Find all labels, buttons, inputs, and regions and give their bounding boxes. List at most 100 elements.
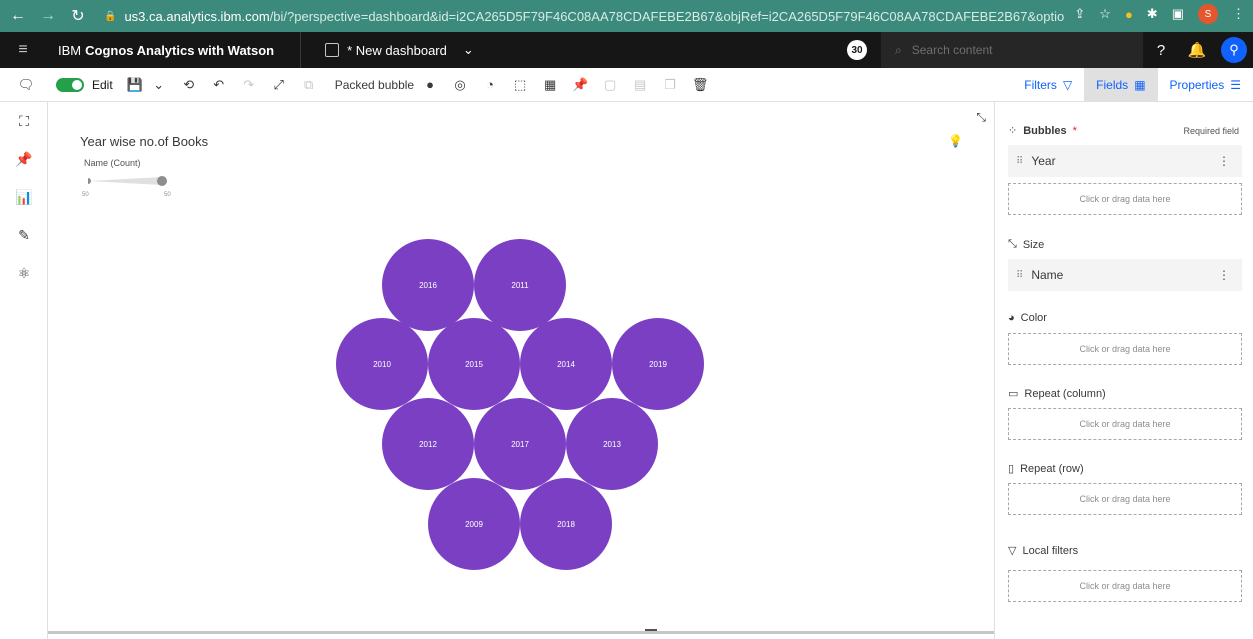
bubbles-field-label: Year	[1031, 154, 1056, 168]
search-placeholder: Search content	[911, 43, 993, 57]
paste-icon[interactable]: ▤	[628, 73, 652, 97]
slot-repeat-column-title: ▭ Repeat (column)	[1008, 387, 1106, 401]
slot-local-filters-title: ▽ Local filters	[1008, 544, 1078, 558]
share-icon[interactable]: ⇪	[1074, 6, 1085, 22]
pin-icon[interactable]: 📌	[0, 140, 48, 178]
save-icon[interactable]: 💾	[123, 73, 147, 97]
bubbles-icon: ⁘	[1008, 125, 1018, 137]
bubble-label-2017: 2017	[511, 440, 529, 449]
sidepanel-icon[interactable]: ▣	[1172, 6, 1184, 22]
browser-bar: ← → ↻ 🔒 us3.ca.analytics.ibm.com/bi/?per…	[0, 0, 1253, 32]
packed-bubble-chart[interactable]: 2016 2011 2010 2015 2014 2019 2012 2017 2013 2009…	[48, 102, 994, 632]
slot-size-title: ⤡ Size	[1008, 238, 1044, 251]
undo-icon[interactable]: ↶	[207, 73, 231, 97]
delete-icon[interactable]: 🗑	[688, 73, 712, 97]
url-path: /bi/?perspective=dashboard&id=i2CA265D5F…	[269, 8, 1064, 24]
star-icon[interactable]: ☆	[1099, 6, 1111, 22]
bubbles-label: Bubbles	[1023, 124, 1067, 137]
browser-actions: ⇪ ☆ ● ✱ ▣ S ⋮	[1074, 4, 1245, 24]
size-field-label: Name	[1031, 268, 1064, 282]
tab-filters[interactable]: Filters ▽	[1012, 68, 1084, 102]
color-drop-zone[interactable]: Click or drag data here	[1008, 333, 1242, 365]
palette-icon: ◕	[1008, 312, 1015, 324]
resize-icon: ⤡	[1008, 238, 1017, 250]
filter-icon: ▽	[1008, 545, 1017, 557]
color-palette-icon[interactable]: ◎	[448, 73, 472, 97]
header-right: 30 ⌕ Search content ? 🔔 ⚲	[847, 32, 1253, 68]
bubble-label-2010: 2010	[373, 360, 391, 369]
duplicate-icon[interactable]: ❐	[658, 73, 682, 97]
field-menu-icon[interactable]: ⋮	[1218, 268, 1230, 282]
bell-icon[interactable]: 🔔	[1179, 32, 1215, 68]
expand-icon[interactable]: ⤢	[267, 73, 291, 97]
color-label: Color	[1020, 312, 1047, 324]
search-icon: ⌕	[895, 42, 902, 57]
drag-handle-icon[interactable]: ⠿	[1016, 156, 1023, 167]
data-sources-icon[interactable]: ⛶	[0, 102, 48, 140]
reload-icon[interactable]: ↻	[66, 4, 90, 28]
select-area-icon[interactable]: ⬚	[508, 73, 532, 97]
panel-tabs: Filters ▽ Fields ▦ Properties ☰	[1012, 68, 1253, 102]
viz-type-icon[interactable]: ●	[418, 73, 442, 97]
repeat-column-label: Repeat (column)	[1024, 387, 1106, 400]
field-menu-icon[interactable]: ⋮	[1218, 154, 1230, 168]
share-icon[interactable]: ⟲	[177, 73, 201, 97]
repeat-row-label: Repeat (row)	[1020, 462, 1084, 475]
repeat-row-drop-zone[interactable]: Click or drag data here	[1008, 483, 1242, 515]
browser-menu-icon[interactable]: ⋮	[1232, 6, 1245, 22]
redo-icon[interactable]: ↷	[237, 73, 261, 97]
extension-icon[interactable]: ●	[1125, 7, 1133, 22]
repeat-column-drop-zone[interactable]: Click or drag data here	[1008, 408, 1242, 440]
bubble-label-2018: 2018	[557, 520, 575, 529]
tab-filters-label: Filters	[1024, 78, 1057, 92]
comment-icon[interactable]: 🗨	[14, 73, 38, 97]
scrollbar-handle[interactable]	[645, 629, 657, 631]
visualizations-icon[interactable]: 📊	[0, 178, 48, 216]
tab-fields[interactable]: Fields ▦	[1084, 68, 1158, 102]
left-rail: ⛶ 📌 📊 ✎ ⚛	[0, 102, 48, 639]
required-marker: *	[1072, 124, 1077, 137]
notification-count-badge[interactable]: 30	[847, 40, 867, 60]
widgets-icon[interactable]: ✎	[0, 216, 48, 254]
dashboard-title-menu[interactable]: * New dashboard ⌄	[325, 42, 474, 58]
back-icon[interactable]: ←	[6, 4, 30, 28]
hamburger-menu-icon[interactable]: ≡	[0, 41, 46, 59]
help-icon[interactable]: ?	[1143, 32, 1179, 68]
repeat-row-icon: ▯	[1008, 463, 1015, 475]
slot-color-title: ◕ Color	[1008, 312, 1047, 324]
fields-panel: ⁘ Bubbles * Required field ⠿ Year ⋮ Click…	[994, 102, 1253, 639]
bubbles-drop-zone[interactable]: Click or drag data here	[1008, 183, 1242, 215]
copy-icon[interactable]: ▢	[598, 73, 622, 97]
bubble-label-2015: 2015	[465, 360, 483, 369]
address-bar[interactable]: 🔒 us3.ca.analytics.ibm.com/bi/?perspecti…	[104, 9, 1064, 24]
local-filters-drop-zone[interactable]: Click or drag data here	[1008, 570, 1242, 602]
bubble-label-2014: 2014	[557, 360, 575, 369]
bubble-label-2011: 2011	[511, 281, 529, 290]
brand: IBM Cognos Analytics with Watson	[58, 32, 302, 68]
user-avatar[interactable]: ⚲	[1221, 37, 1247, 63]
pin-icon[interactable]: 📌	[568, 73, 592, 97]
assistant-icon[interactable]: ⚛	[0, 254, 48, 292]
filter-icon: ▽	[1062, 78, 1073, 92]
forward-icon[interactable]: →	[36, 4, 60, 28]
dashboard-icon	[325, 43, 340, 57]
horizontal-scrollbar[interactable]	[48, 631, 994, 634]
size-label: Size	[1022, 238, 1045, 251]
animation-icon[interactable]: ◔	[478, 73, 502, 97]
save-dropdown-chevron-icon[interactable]: ⌄	[147, 73, 171, 97]
viz-type-selector[interactable]: Packed bubble	[335, 78, 414, 92]
drag-handle-icon[interactable]: ⠿	[1016, 270, 1023, 281]
dashboard-toolbar: 🗨 Edit 💾 ⌄ ⟲ ↶ ↷ ⤢ ⧉ Packed bubble ● ◎ ◔…	[0, 68, 1253, 102]
tab-fields-label: Fields	[1096, 78, 1129, 92]
table-icon[interactable]: ▦	[538, 73, 562, 97]
drill-icon[interactable]: ⧉	[297, 73, 321, 97]
size-field-item[interactable]: ⠿ Name ⋮	[1008, 259, 1242, 291]
puzzle-icon[interactable]: ✱	[1147, 6, 1158, 22]
search-input[interactable]: ⌕ Search content	[881, 32, 1143, 68]
edit-toggle[interactable]	[56, 77, 84, 92]
bubbles-field-item[interactable]: ⠿ Year ⋮	[1008, 145, 1242, 177]
tab-properties[interactable]: Properties ☰	[1158, 68, 1253, 102]
visualization-canvas[interactable]: Year wise no.of Books Name (Count) 50 50…	[48, 102, 994, 632]
slot-repeat-row-title: ▯ Repeat (row)	[1008, 462, 1084, 476]
profile-avatar[interactable]: S	[1198, 4, 1218, 24]
